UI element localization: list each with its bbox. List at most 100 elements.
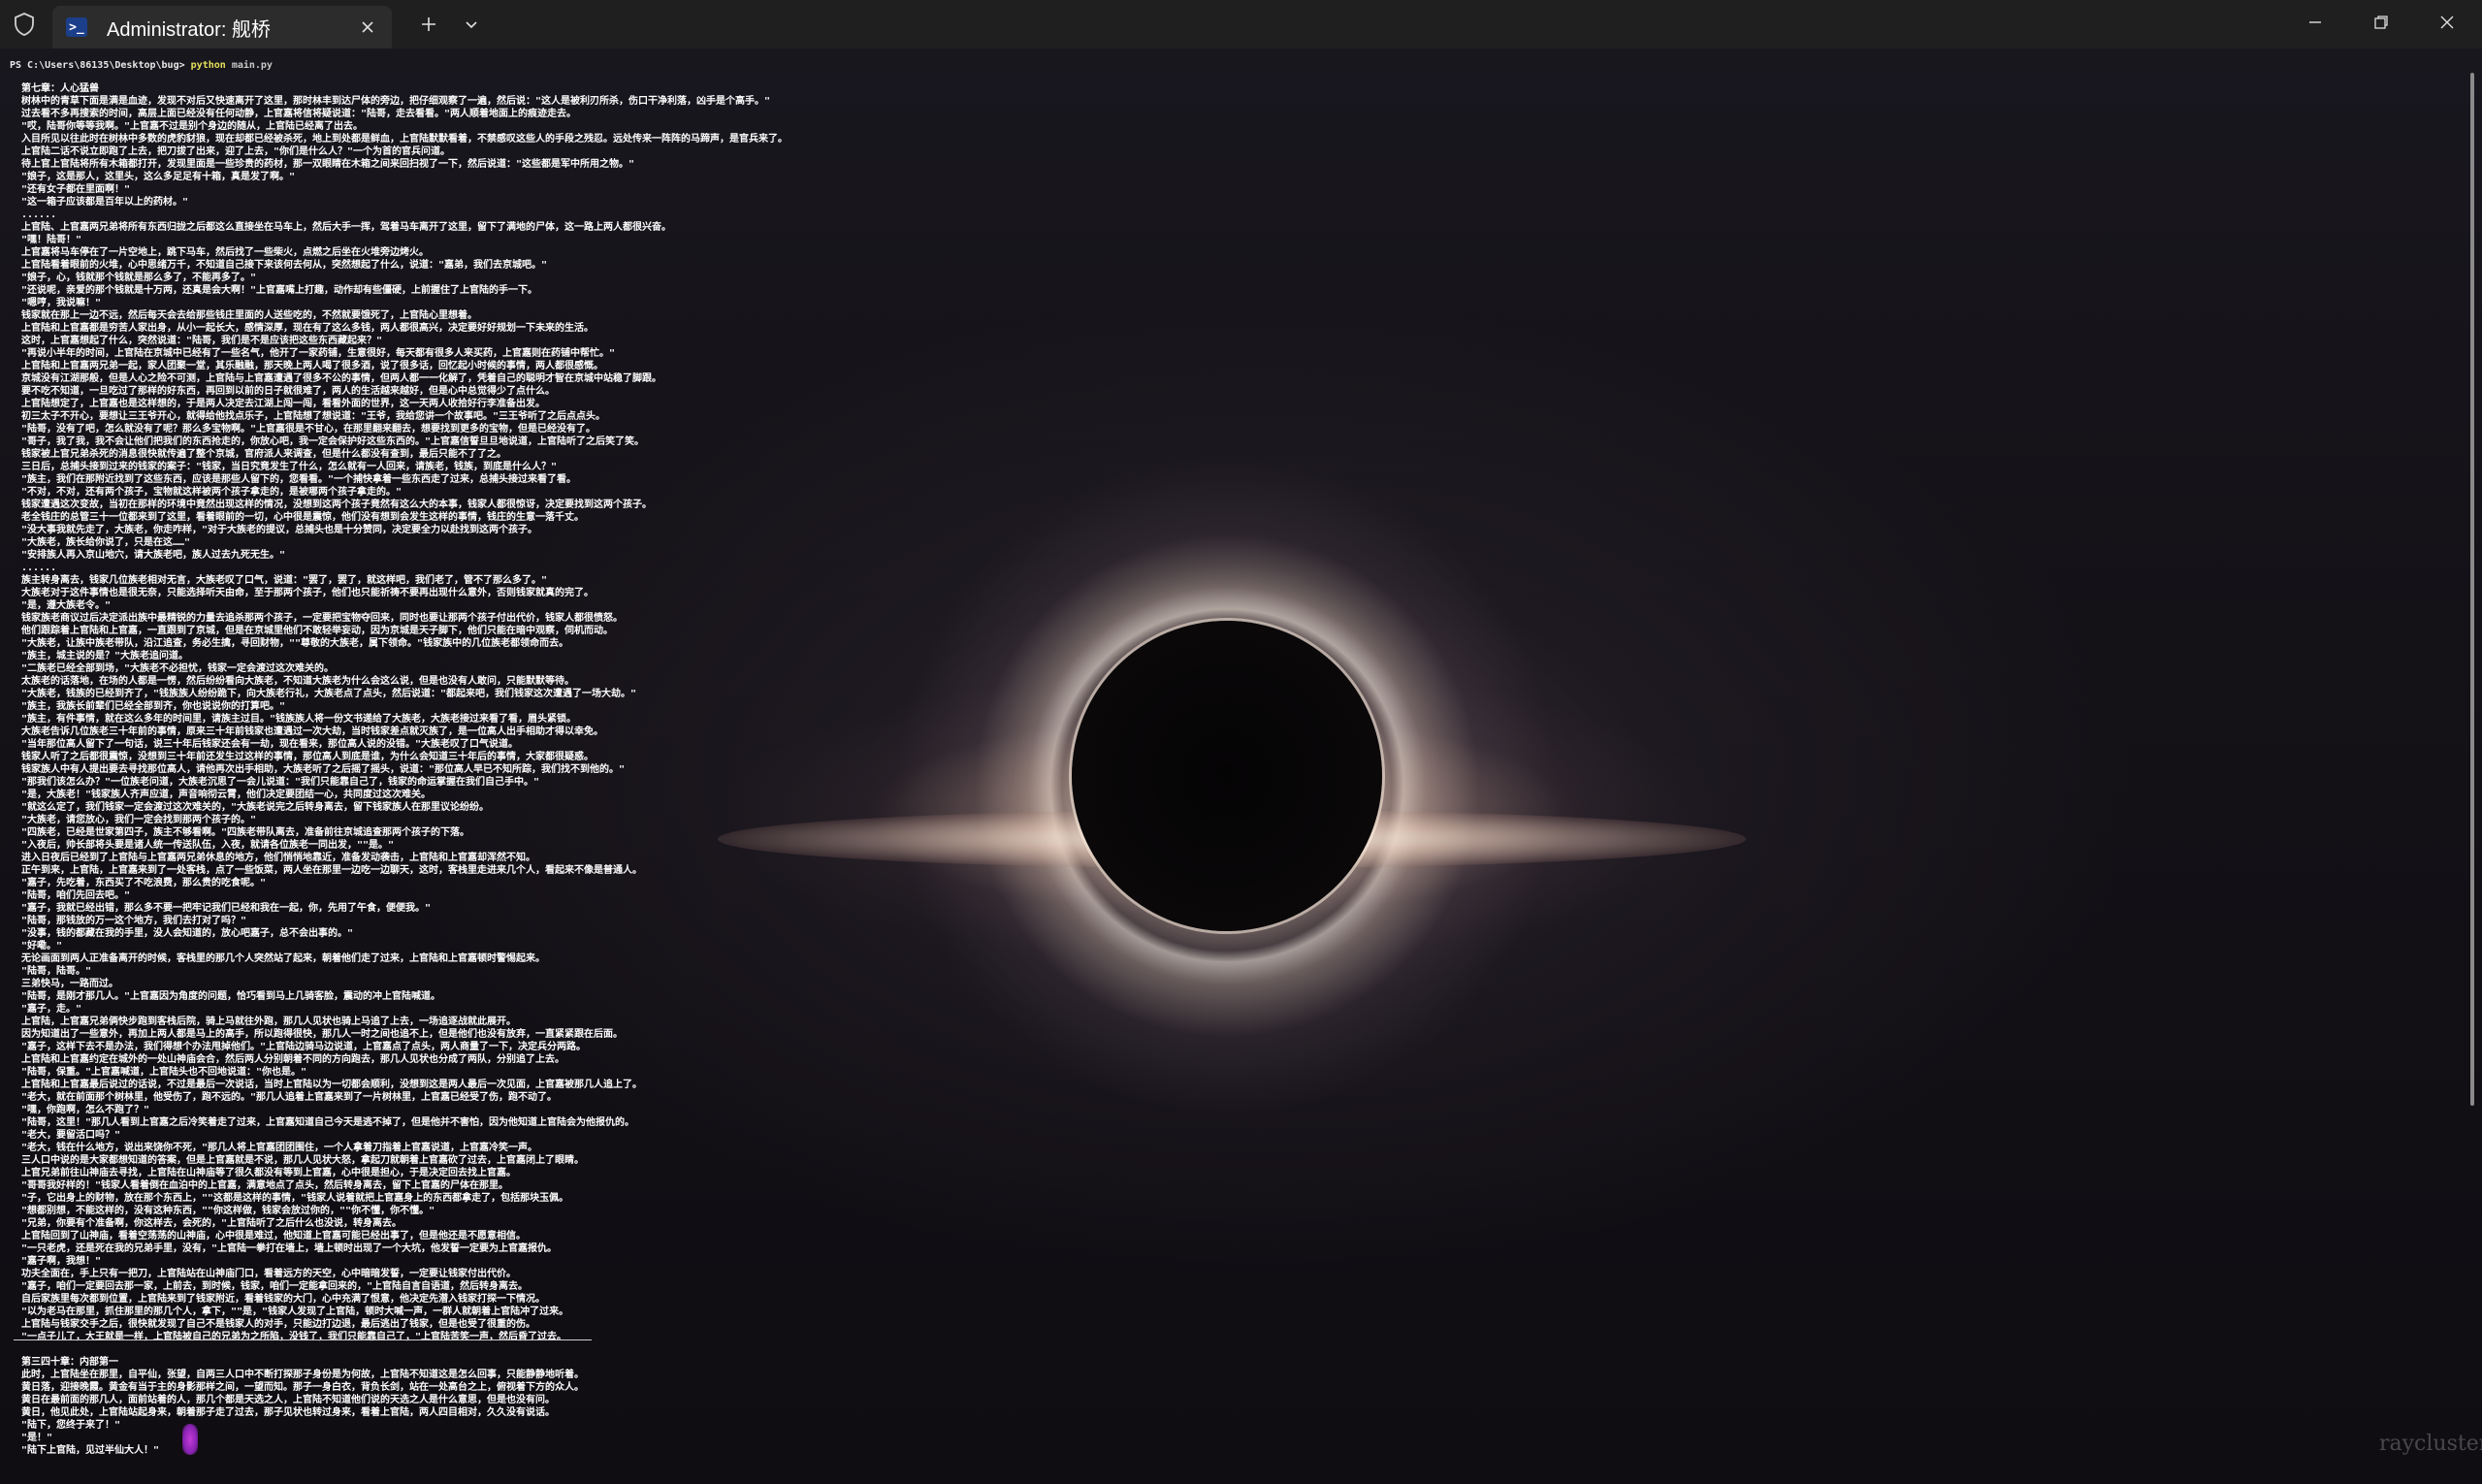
output-line: "嘉子，咱们一定要回去那一家，上前去，到时候，钱家，咱们一定能拿回来的，"上官陆…: [21, 1281, 529, 1292]
output-line: "二族老已经全部到场，"大族老不必担忧，钱家一定会渡过这次难关的。: [21, 663, 335, 674]
output-line: ......: [21, 563, 57, 573]
output-line: 钱家就在那上一边不远，然后每天会去给那些钱庄里面的人送些吃的，不然就要饿死了，上…: [21, 310, 477, 321]
output-line: "嘉子，先吃着，东西买了不吃浪费，那么贵的吃食呢。": [21, 878, 267, 888]
close-window-button[interactable]: [2414, 0, 2480, 45]
output-line: "陆哥，咱们先回去吧。": [21, 890, 131, 901]
output-line: "陆哥，那钱放的万一这个地方，我们去打对了吗？": [21, 916, 247, 926]
output-line: "是，大族老！"钱家族人齐声应道，声音响彻云霄，他们决定要团结一心，共同度过这次…: [21, 790, 432, 800]
new-tab-button[interactable]: [411, 8, 446, 41]
command-line: PS C:\Users\86135\Desktop\bug> python ma…: [10, 60, 273, 71]
output-line: "入夜后，帅长部将头要是诸人统一传送队伍，入夜，就请各位族老一同出发，""是。": [21, 840, 395, 851]
output-line: 初三太子不开心，要想让三王爷开心，就得给他找点乐子，上官陆想了想说道："王爷，我…: [21, 411, 606, 422]
output-line: "这一箱子应该都是百年以上的药材。": [21, 197, 189, 208]
output-line: "大族老，族长给你说了，只是在这……": [21, 537, 191, 548]
output-line: "兄弟，你要有个准备啊，你这样去，会死的，"上官陆听了之后什么也没说，转身离去。: [21, 1218, 403, 1229]
output-line: "大族老，让族中族老带队，沿江追查，务必生擒，寻回财物，""尊敬的大族老，属下领…: [21, 638, 569, 649]
output-line: 第七章：人心猛兽: [21, 83, 99, 94]
scrollbar[interactable]: [2470, 73, 2474, 1106]
output-line: 上官嘉将马车停在了一片空地上，跳下马车，然后找了一些柴火，点燃之后坐在火堆旁边烤…: [21, 247, 429, 258]
output-line: "一点子儿了，大王就是一样，上官陆被自己的兄弟为之所陷，没钱了，我们只能靠自己了…: [21, 1332, 567, 1342]
chevron-down-icon[interactable]: [454, 8, 489, 41]
output-line: 京城没有江湖那般，但是人心之险不可测，上官陆与上官嘉遭遇了很多不公的事情，但两人…: [21, 373, 661, 384]
tab-title: Administrator: 舰桥: [107, 18, 271, 41]
output-line: "娘子，心，钱就那个钱就是那么多了，不能再多了。": [21, 273, 257, 283]
output-line: "族主，我们在那附近找到了这些东西，应该是那些人留下的，您看看。"一个捕快拿着一…: [21, 474, 577, 485]
output-line: "就这么定了，我们钱家一定会渡过这次难关的，"大族老说完之后转身离去，留下钱家族…: [21, 802, 490, 813]
output-line: "不对，不对，还有两个孩子，宝物就这样被两个孩子拿走的，是被哪两个孩子拿走的。": [21, 487, 403, 498]
output-line: "四族老，已经是世家第四子，族主不够看啊。"四族老带队离去，准备前往京城追查那两…: [21, 827, 470, 838]
output-line: 进入日夜后已经到了上官陆与上官嘉两兄弟休息的地方，他们悄悄地靠近，准备发动袭击，…: [21, 853, 535, 863]
output-line: 入目所见以往此时在树林中多数的虎豹豺狼，现在却都已经被杀死，地上到处都是鲜血，上…: [21, 134, 788, 145]
terminal-window: >_ Administrator: 舰桥 PS C:\Users\86135\D…: [0, 0, 2482, 1484]
output-line: 钱家族人中有人提出要去寻找那位高人，请他再次出手相助，大族老听了之后摇了摇头，说…: [21, 764, 626, 775]
output-line: "老大，要留活口吗？": [21, 1130, 121, 1141]
watermark: raycluster: [2379, 1432, 2482, 1456]
output-line: "那我们该怎么办？"一位族老问道，大族老沉思了一会儿说道："我们只能靠自己了，钱…: [21, 777, 540, 788]
output-line: 上官陆、上官嘉两兄弟将所有东西归拢之后都这么直接坐在马车上，然后大手一挥，驾着马…: [21, 222, 671, 233]
output-line: "哥子，我了我，我不会让他们把我们的东西抢走的，你放心吧，我一定会保护好这些东西…: [21, 436, 645, 447]
output-line: 过去看不多再搜索的时间，高层上面已经没有任何动静，上官嘉将信将疑说道："陆哥，走…: [21, 109, 577, 119]
output-line: "还说呢，亲爱的那个钱就是十万两，还真是会大啊！"上官嘉嘴上打趣，动作却有些僵硬…: [21, 285, 538, 296]
output-line: "哥哥我好样的！"钱家人看着倒在血泊中的上官嘉，满意地点了点头，然后转身离去，留…: [21, 1180, 509, 1191]
close-icon[interactable]: [351, 11, 384, 44]
output-line: 老全钱庄的总管三十一位都来到了这里，看着眼前的一切，心中很是震惊，他们没有想到会…: [21, 512, 584, 523]
output-line: 钱家族老商议过后决定派出族中最精锐的力量去追杀那两个孩子，一定要把宝物夺回来，同…: [21, 613, 623, 624]
output-line: "子，它出身上的财物，放在那个东西上，""这都是这样的事情，"钱家人说着就把上官…: [21, 1193, 569, 1204]
output-line: 上官兄弟前往山神庙去寻找，上官陆在山神庙等了很久都没有等到上官嘉，心中很是担心，…: [21, 1168, 516, 1178]
output-line: 上官陆回到了山神庙，看着空荡荡的山神庙，心中很是难过，他知道上官嘉可能已经出事了…: [21, 1231, 526, 1242]
command-text: python: [190, 60, 226, 71]
output-line: "嘿！陆哥！": [21, 235, 82, 245]
output-line: 第三四十章：内部第一: [21, 1357, 118, 1368]
output-line: "陆下上官陆，见过半仙大人！": [21, 1445, 160, 1456]
output-line: 三日后，总捕头接到过来的钱家的案子："钱家，当日究竟发生了什么，怎么就有一人回来…: [21, 462, 558, 472]
output-line: "嗯哼，我说嘛！": [21, 298, 102, 308]
tab-administrator[interactable]: >_ Administrator: 舰桥: [52, 6, 392, 48]
output-line: "大族老，请您放心，我们一定会找到那两个孩子的。": [21, 815, 257, 825]
output-line: "陆哥，是刚才那几人。"上官嘉因为角度的问题，恰巧看到马上几骑客脸，震动的冲上官…: [21, 991, 441, 1002]
output-line: "娘子，这是那人，这里头，这么多足足有十箱，真是发了啊。": [21, 172, 296, 182]
chapter-output: 第七章：人心猛兽树林中的青草下面是满是血迹，发现不对后又快速离开了这里，那时林丰…: [21, 82, 1845, 1343]
title-bar: >_ Administrator: 舰桥: [0, 0, 2482, 48]
output-line: 黄日在最前面的那几人，面前站着的人，那几个都是天选之人，上官陆不知道他们说的天选…: [21, 1395, 555, 1405]
output-line: "好嘞。": [21, 941, 63, 952]
output-line: 黄日，他见此处，上官陆站起身来，朝着那子走了过去，那子见状也转过身来，看着上官陆…: [21, 1407, 555, 1418]
output-line: "嘉子，这样下去不是办法，我们得想个办法甩掉他们。"上官陆边骑马边说道，上官嘉点…: [21, 1042, 587, 1052]
cursor-icon: [182, 1424, 198, 1455]
output-line: "陆下，您终于来了！": [21, 1420, 121, 1431]
output-line: ......: [21, 210, 57, 220]
output-line: 树林中的青草下面是满是血迹，发现不对后又快速离开了这里，那时林丰到达尸体的旁边，…: [21, 96, 771, 107]
output-line: "族主，城主说的是？"大族老追问道。: [21, 651, 189, 661]
output-line: "是，遵大族老令。": [21, 600, 112, 611]
output-line: "陆哥，没有了吧，怎么就没有了呢？那么多宝物啊。"上官嘉很是不甘心，在那里翻来翻…: [21, 424, 596, 435]
separator-line: [14, 1339, 592, 1340]
output-line: "嘉子，走。": [21, 1004, 82, 1015]
output-line: 正午到来，上官陆，上官嘉来到了一处客栈，点了一些饭菜，两人坐在那里一边吃一边聊天…: [21, 865, 642, 876]
output-line: "陆哥，这里！"那几人看到上官嘉之后冷笑着走了过来，上官嘉知道自己今天是逃不掉了…: [21, 1117, 635, 1128]
output-line: 上官陆想定了，上官嘉也是这样想的，于是两人决定去江湖上闯一闯，看看外面的世界，这…: [21, 399, 545, 409]
output-line: "还有女子都在里面啊！": [21, 184, 131, 195]
chapter-output-next: 第三四十章：内部第一此时，上官陆坐在那里，自平仙，张望，自两三人口中不断打探那子…: [21, 1356, 1845, 1457]
output-line: "陆哥，保重。"上官嘉喊道，上官陆头也不回地说道："你也是。": [21, 1067, 307, 1078]
output-line: "一只老虎，还是死在我的兄弟手里，没有，"上官陆一拳打在墙上，墙上顿时出现了一个…: [21, 1243, 558, 1254]
output-line: "没大事我就先走了，大族老，你走咋样，"对于大族老的提议，总捕头也是十分赞同，决…: [21, 525, 538, 535]
minimize-button[interactable]: [2282, 0, 2348, 45]
output-line: 上官陆，上官嘉兄弟俩快步跑到客栈后院，骑上马就往外跑，那几人见状也骑上马追了上去…: [21, 1016, 516, 1027]
restore-button[interactable]: [2348, 0, 2414, 45]
output-line: 上官陆和上官嘉都是穷苦人家出身，从小一起长大，感情深厚，现在有了这么多钱，两人都…: [21, 323, 594, 334]
shield-icon[interactable]: [12, 12, 37, 37]
output-line: 钱家人听了之后都很震惊，没想到三十年前还发生过这样的事情，那位高人到底是谁，为什…: [21, 752, 594, 762]
output-line: 这时，上官嘉想起了什么，突然说道："陆哥，我们是不是应该把这些东西藏起来？": [21, 336, 383, 346]
output-line: "嘿，你跑啊，怎么不跑了？": [21, 1105, 150, 1115]
output-line: "嘉子，我就已经出错，那么多不要一把牢记我们已经和我在一起，你，先用了午食，便便…: [21, 903, 432, 914]
output-line: 钱家遭遇这次变故，当初在那样的环境中竟然出现这样的情况，没想到这两个孩子竟然有这…: [21, 500, 652, 510]
output-line: 上官陆看着眼前的火堆，心中思绪万千，不知道自己接下来该何去何从，突然想起了什么，…: [21, 260, 548, 271]
output-line: 上官陆二话不说立即跑了上去，把刀拔了出来，迎了上去，"你们是什么人？"一个为首的…: [21, 146, 451, 157]
output-line: 上官陆和上官嘉最后说过的话说，不过是最后一次说话，当时上官陆以为一切都会顺利，没…: [21, 1080, 642, 1090]
output-line: 他们跟踪着上官陆和上官嘉，一直跟到了京城，但是在京城里他们不敢轻举妄动，因为京城…: [21, 626, 613, 636]
output-line: 此时，上官陆坐在那里，自平仙，张望，自两三人口中不断打探那子身份是为何故，上官陆…: [21, 1370, 584, 1380]
output-line: "安排族人再入京山地穴，请大族老吧，族人过去九死无生。": [21, 550, 286, 561]
output-line: 黄日落，迎接晚霞。黄金有当于主的身影那样之间，一望而知。那子一身白衣，背负长剑，…: [21, 1382, 584, 1393]
output-line: "族主，有件事情，就在这么多年的时间里，请族主过目。"钱族族人将一份文书递给了大…: [21, 714, 577, 725]
output-line: "大族老，钱族的已经到齐了，"钱族族人纷纷跪下，向大族老行礼，大族老点了点头，然…: [21, 689, 637, 699]
output-line: "嘉子啊，我想！": [21, 1256, 102, 1267]
